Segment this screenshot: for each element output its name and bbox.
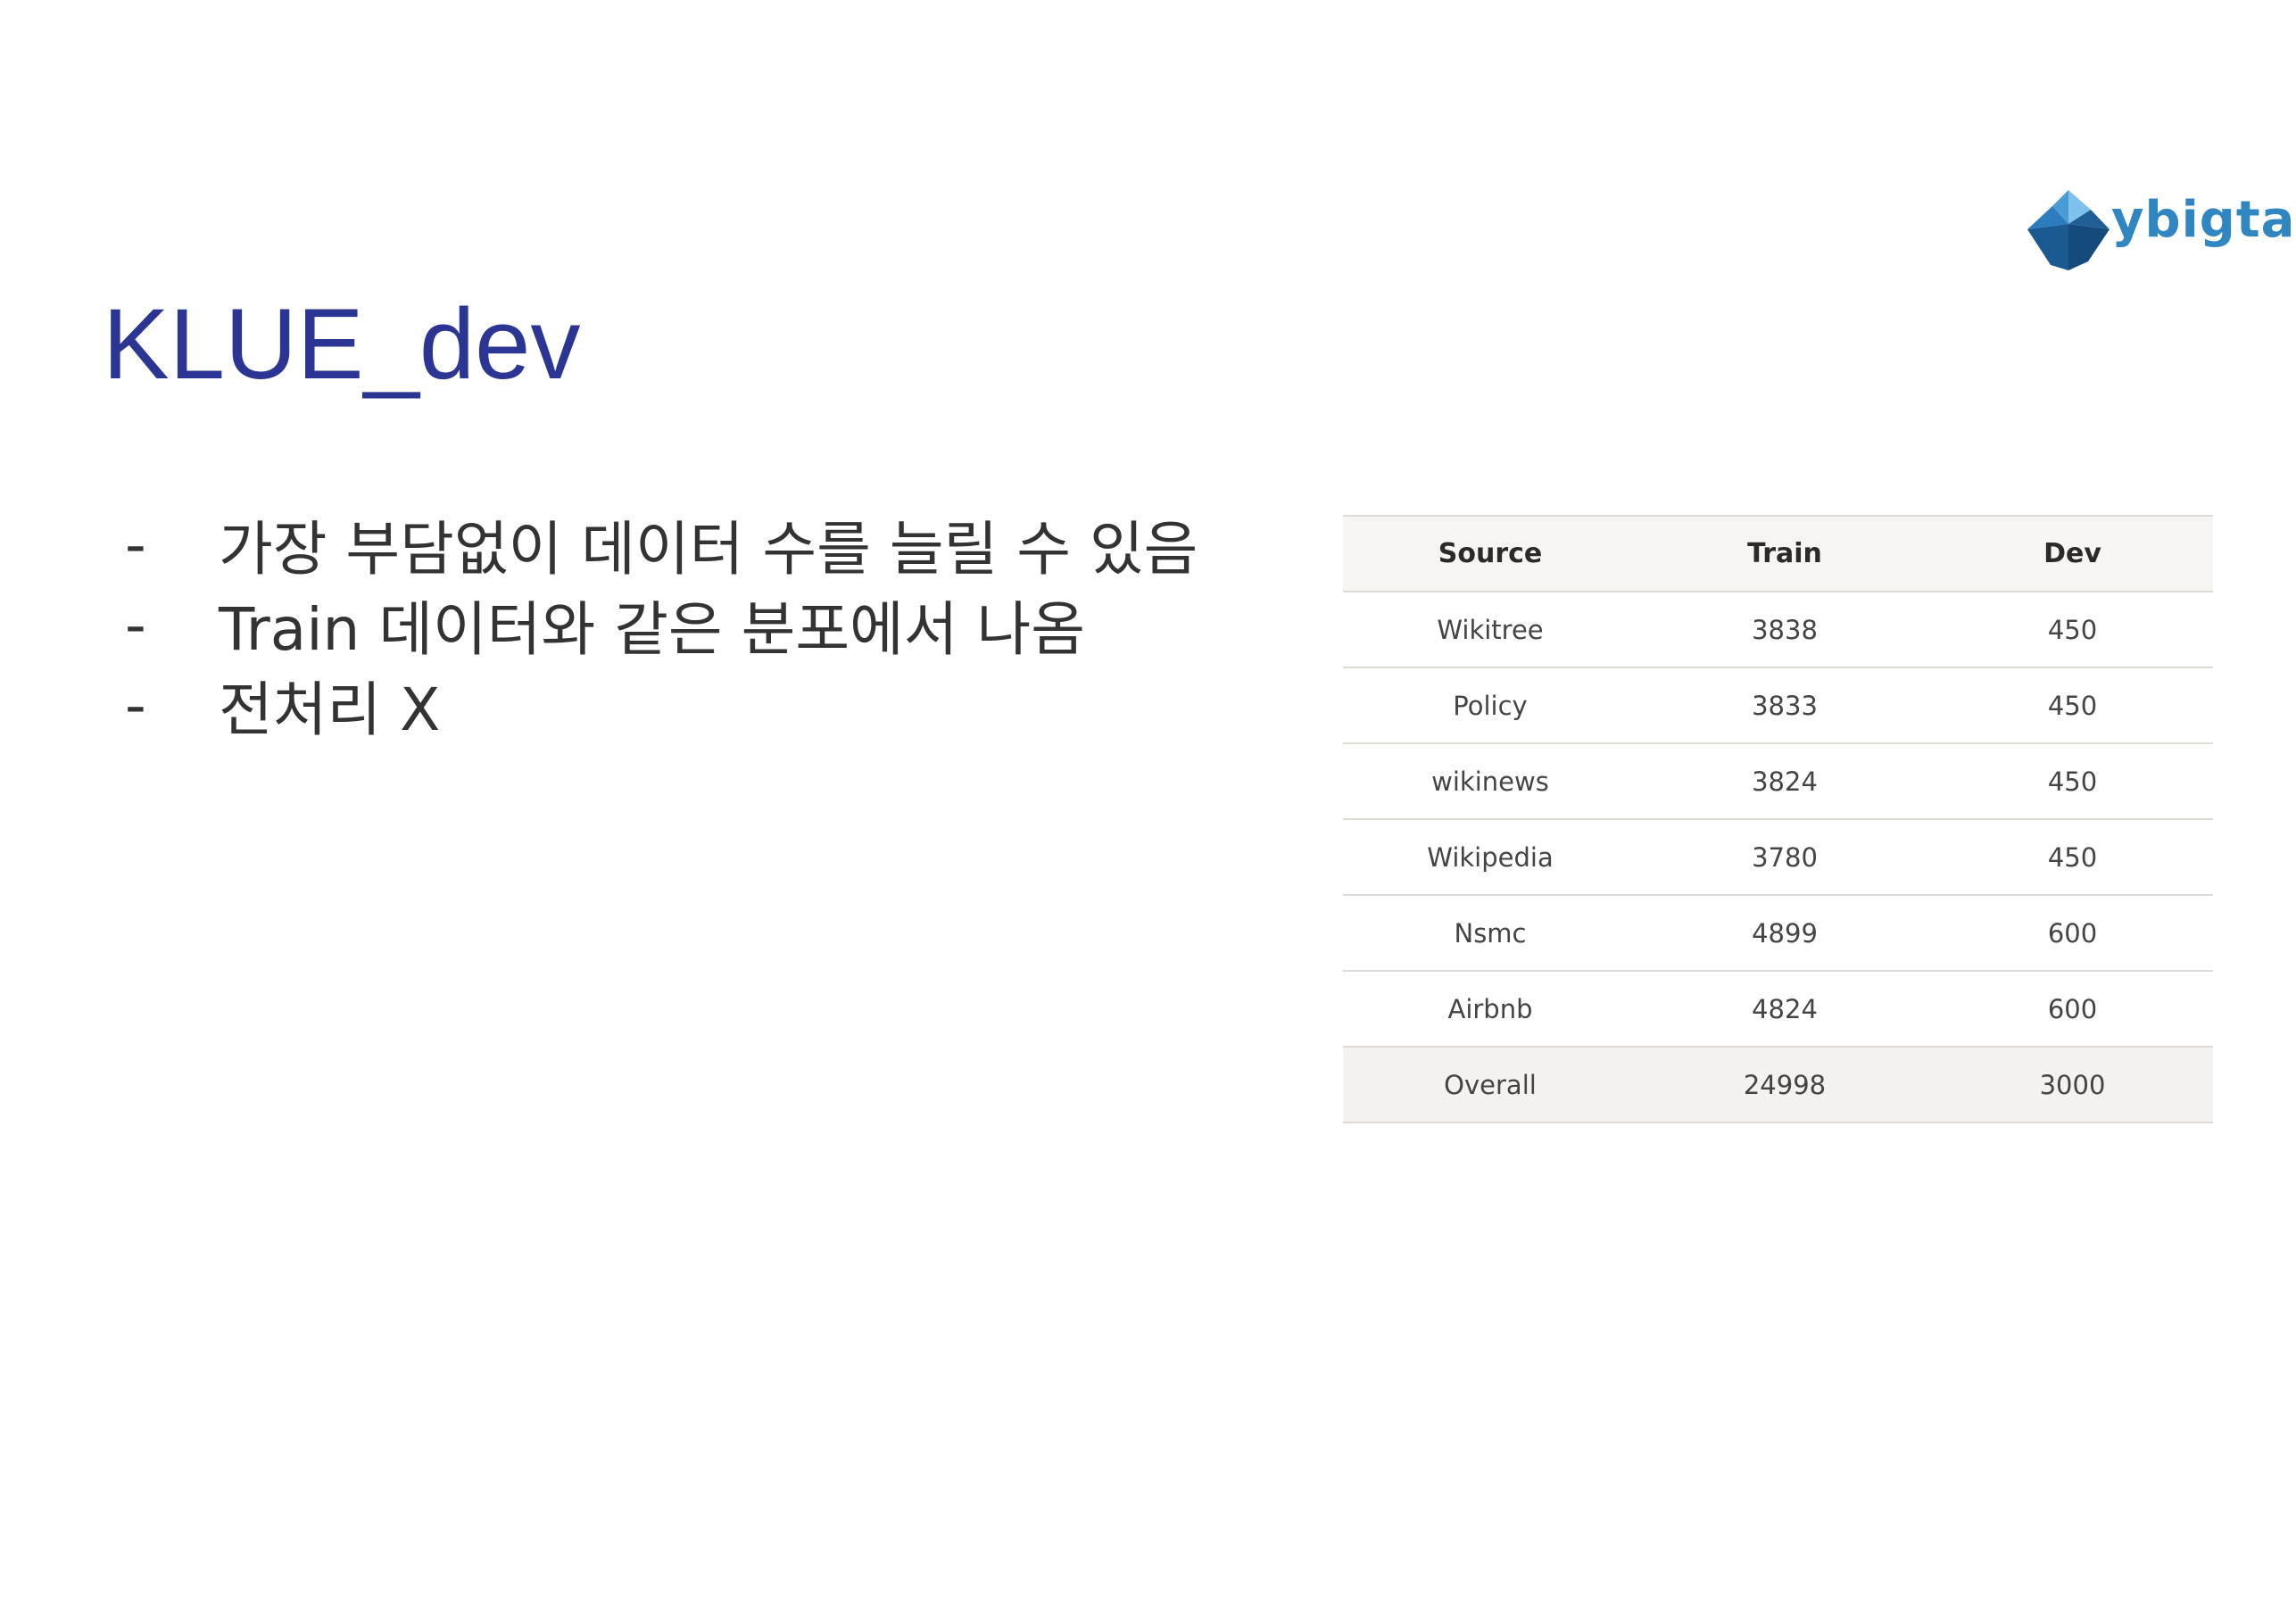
bullet-marker: -: [125, 510, 146, 579]
source-split-table: Source Train Dev Wikitree 3838 450 Polic…: [1343, 515, 2213, 1123]
bullet-item: - 가장 부담없이 데이터 수를 늘릴 수 있음: [125, 504, 1198, 584]
table-row: Policy 3833 450: [1343, 667, 2213, 744]
table-row: wikinews 3824 450: [1343, 743, 2213, 820]
cell-dev: 450: [1932, 819, 2213, 896]
header-source: Source: [1343, 515, 1637, 592]
cell-train: 24998: [1637, 1047, 1932, 1123]
page-title: KLUE_dev: [103, 288, 581, 400]
cell-dev: 450: [1932, 592, 2213, 668]
cell-source: Nsmc: [1343, 895, 1637, 972]
table-row: Airbnb 4824 600: [1343, 971, 2213, 1048]
cell-train: 4824: [1637, 971, 1932, 1048]
ybigta-logo: ybigta: [2024, 183, 2294, 281]
bullet-list: - 가장 부담없이 데이터 수를 늘릴 수 있음 - Train 데이터와 같은…: [125, 504, 1198, 745]
cell-train: 3833: [1637, 667, 1932, 744]
cell-source: Overall: [1343, 1047, 1637, 1123]
cell-train: 3780: [1637, 819, 1932, 896]
bullet-item: - 전처리 X: [125, 665, 1198, 745]
header-train: Train: [1637, 515, 1932, 592]
table-row: Wikitree 3838 450: [1343, 592, 2213, 668]
cell-dev: 450: [1932, 667, 2213, 744]
logo-mark-icon: [2027, 190, 2110, 270]
table-row-overall: Overall 24998 3000: [1343, 1047, 2213, 1123]
cell-train: 4899: [1637, 895, 1932, 972]
bullet-marker: -: [125, 670, 146, 740]
cell-source: Wikipedia: [1343, 819, 1637, 896]
cell-source: Policy: [1343, 667, 1637, 744]
cell-dev: 450: [1932, 743, 2213, 820]
bullet-marker: -: [125, 590, 146, 659]
bullet-item: - Train 데이터와 같은 분포에서 나옴: [125, 584, 1198, 665]
cell-train: 3824: [1637, 743, 1932, 820]
cell-dev: 3000: [1932, 1047, 2213, 1123]
bullet-text: 전처리 X: [219, 675, 441, 744]
cell-train: 3838: [1637, 592, 1932, 668]
bullet-text: 가장 부담없이 데이터 수를 늘릴 수 있음: [219, 515, 1198, 584]
cell-source: Airbnb: [1343, 971, 1637, 1048]
cell-source: wikinews: [1343, 743, 1637, 820]
cell-source: Wikitree: [1343, 592, 1637, 668]
table-row: Wikipedia 3780 450: [1343, 819, 2213, 896]
logo-text: ybigta: [2111, 191, 2296, 249]
table-row: Nsmc 4899 600: [1343, 895, 2213, 972]
cell-dev: 600: [1932, 895, 2213, 972]
cell-dev: 600: [1932, 971, 2213, 1048]
header-dev: Dev: [1932, 515, 2213, 592]
table-header-row: Source Train Dev: [1343, 515, 2213, 592]
bullet-text: Train 데이터와 같은 분포에서 나옴: [219, 595, 1085, 664]
